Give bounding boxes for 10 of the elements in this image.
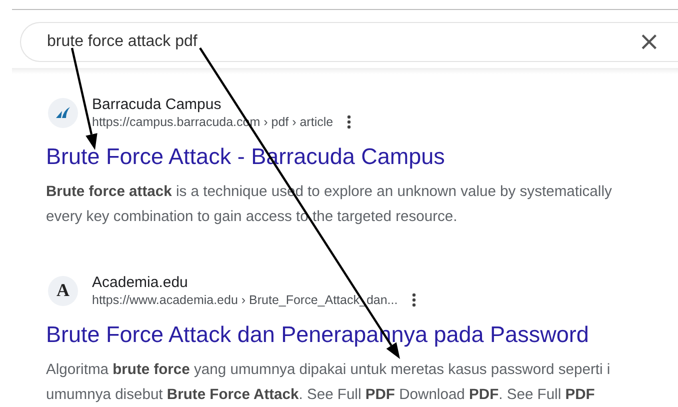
- clear-button[interactable]: ×: [630, 29, 668, 55]
- fin-icon: [56, 107, 70, 118]
- site-name: Barracuda Campus: [92, 96, 222, 113]
- result-snippet: Algoritma brute force yang umumnya dipakai untuk meretas kasus password seperti i: [46, 361, 612, 380]
- more-options-icon[interactable]: [412, 293, 416, 307]
- more-options-icon[interactable]: [347, 115, 352, 129]
- site-name: Academia.edu: [92, 274, 189, 291]
- site-favicon: A: [48, 276, 78, 306]
- result-snippet: umumnya disebut Brute Force Attack. See Full PDF Download PDF. See Full PDF: [46, 386, 596, 405]
- search-field[interactable]: brute force attack pdf ×: [20, 22, 678, 62]
